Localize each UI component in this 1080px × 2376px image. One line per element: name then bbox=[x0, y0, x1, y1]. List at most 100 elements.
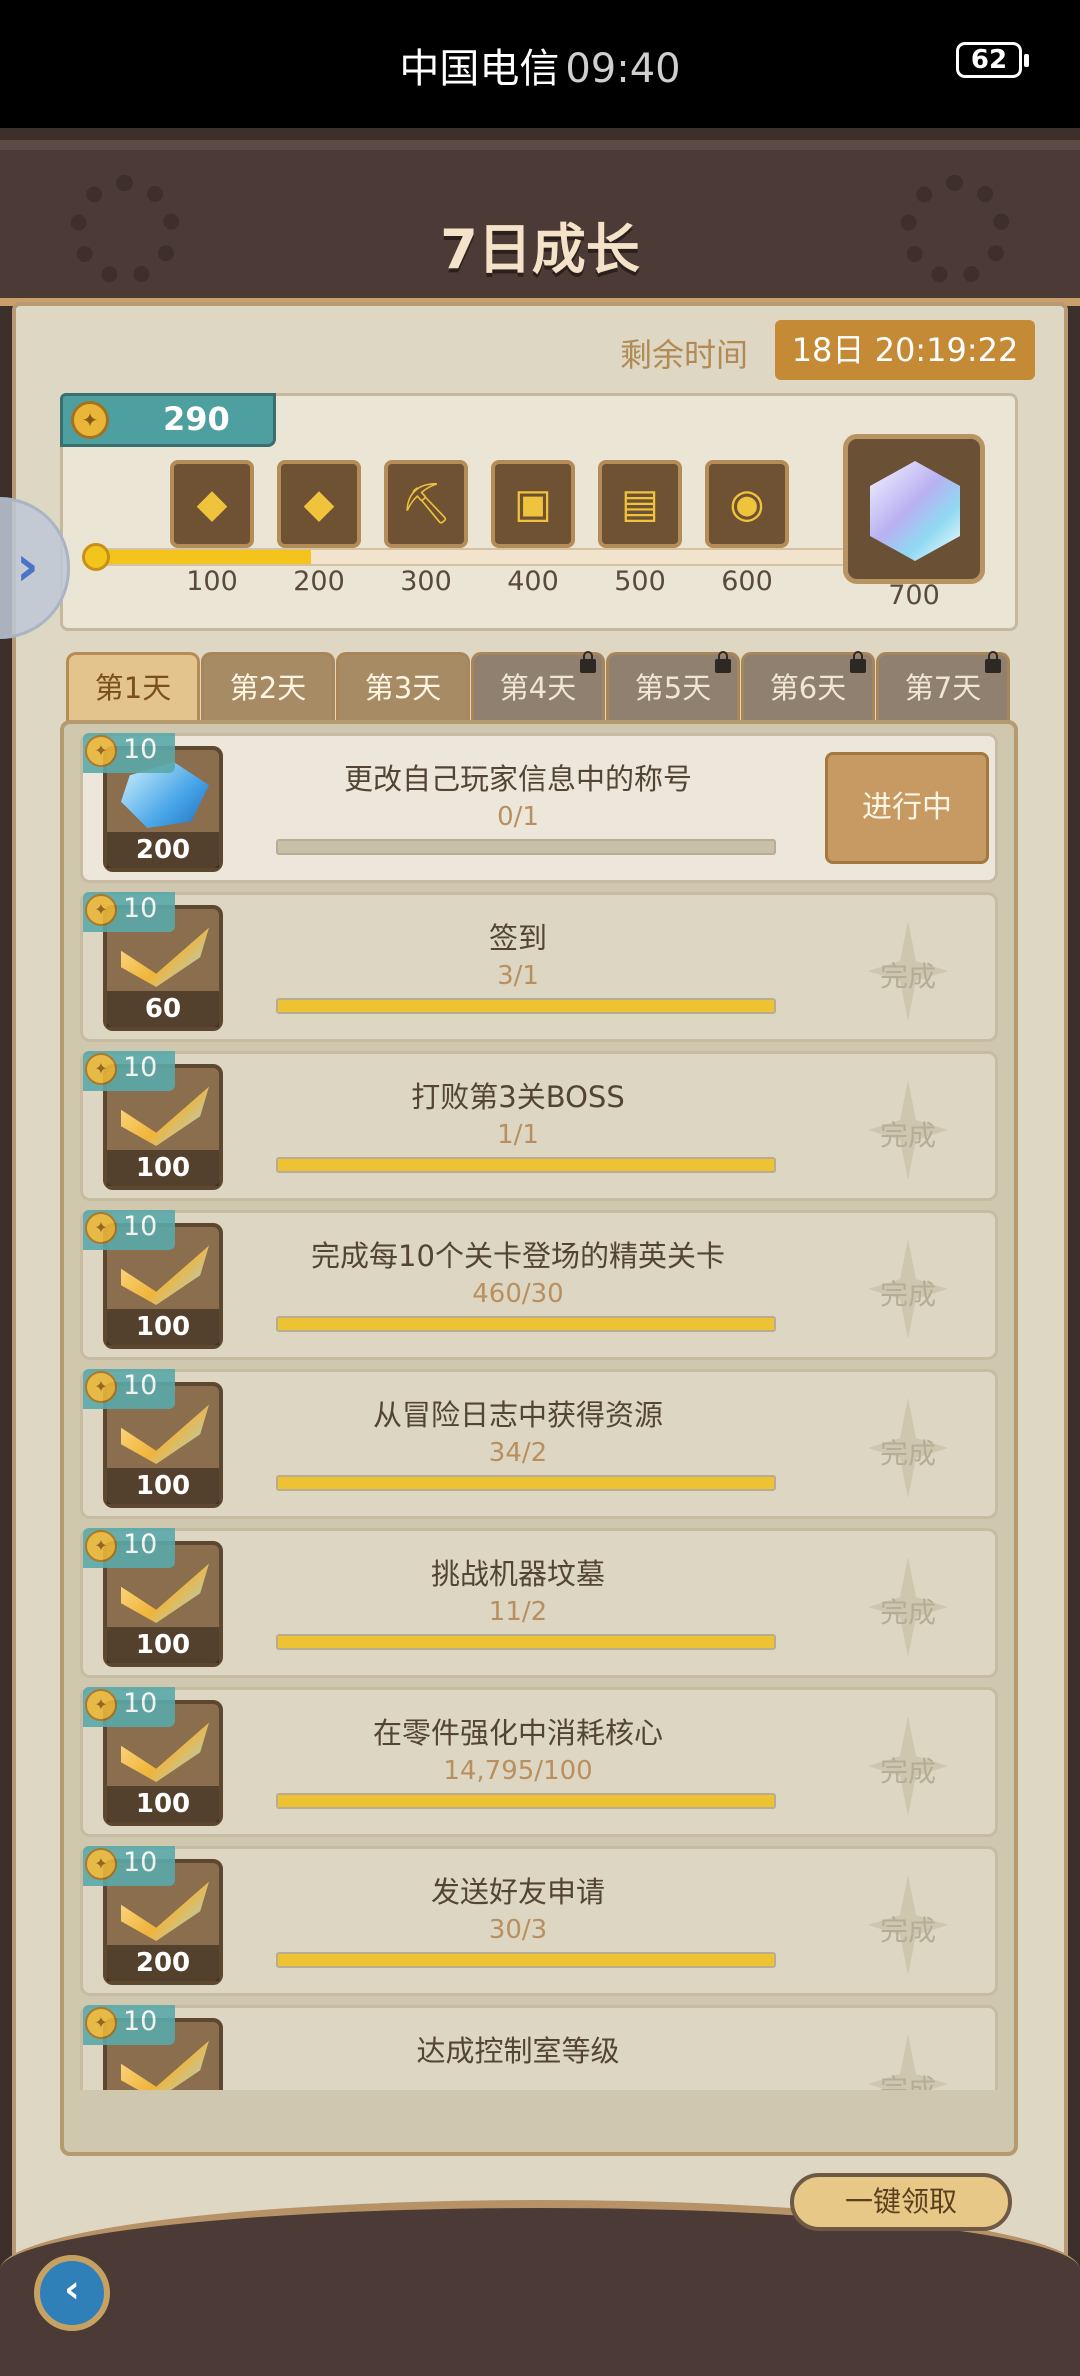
in-progress-button[interactable]: 进行中 bbox=[825, 752, 989, 864]
completed-label: 完成 bbox=[879, 1755, 936, 1788]
task-name: 打败第3关BOSS bbox=[411, 1080, 625, 1114]
card-pack-icon: ▤ bbox=[621, 481, 659, 527]
task-progress-bar bbox=[276, 1634, 776, 1650]
task-name: 在零件强化中消耗核心 bbox=[372, 1716, 663, 1750]
completed-label: 完成 bbox=[879, 1596, 936, 1629]
gem-ticket-icon: ◆ bbox=[303, 481, 335, 527]
task-name: 从冒险日志中获得资源 bbox=[372, 1398, 663, 1432]
reward-quantity: 100 bbox=[107, 1150, 219, 1186]
reward-quantity: 200 bbox=[107, 832, 219, 868]
tab-day-5[interactable]: 第5天 bbox=[606, 651, 740, 722]
status-text: 中国电信 09:40 bbox=[0, 36, 1080, 94]
progress-start-coin-icon bbox=[82, 543, 110, 571]
coin-icon bbox=[85, 1530, 117, 1562]
task-progress-fill bbox=[278, 1954, 774, 1966]
task-progress-fill bbox=[278, 1318, 774, 1330]
task-progress-count: 0/1 bbox=[497, 802, 539, 832]
task-progress-bar bbox=[276, 1475, 776, 1491]
completed-label: 完成 bbox=[879, 1278, 936, 1311]
task-points-value: 10 bbox=[123, 2006, 158, 2037]
coin-icon bbox=[71, 401, 109, 439]
pickaxe-icon: ⛏ bbox=[400, 481, 452, 527]
task-progress-bar bbox=[276, 1793, 776, 1809]
task-progress-count: 34/2 bbox=[488, 1438, 548, 1468]
final-reward-label: 700 bbox=[888, 580, 940, 611]
completed-stamp: 完成 bbox=[843, 921, 973, 1021]
task-points-badge: 10 bbox=[83, 2005, 175, 2045]
coin-icon bbox=[85, 1371, 117, 1403]
task-points-value: 10 bbox=[123, 893, 158, 924]
task-points-badge: 10 bbox=[83, 1369, 175, 1409]
tab-day-4[interactable]: 第4天 bbox=[471, 651, 605, 722]
tab-label: 第3天 bbox=[364, 671, 442, 705]
claim-all-button[interactable]: 一键领取 bbox=[790, 2173, 1012, 2231]
tab-day-3[interactable]: 第3天 bbox=[336, 652, 470, 722]
task-points-badge: 10 bbox=[83, 1528, 175, 1568]
completed-stamp: 完成 bbox=[843, 1875, 973, 1975]
task-points-value: 10 bbox=[123, 1688, 158, 1719]
task-progress-bar bbox=[276, 839, 776, 855]
egg-card-icon: ◉ bbox=[729, 481, 765, 527]
task-list[interactable]: 200 10 更改自己玩家信息中的称号 0/1 进行中 60 10 签到 3/1 完成 100 10 打… bbox=[80, 733, 998, 2090]
milestone-reward-2[interactable]: ◆ bbox=[277, 460, 361, 548]
milestone-label: 300 bbox=[400, 566, 452, 597]
status-bar: 中国电信 09:40 62 bbox=[0, 0, 1080, 128]
tab-label: 第2天 bbox=[229, 671, 307, 705]
tab-day-2[interactable]: 第2天 bbox=[201, 652, 335, 722]
completed-label: 完成 bbox=[879, 960, 936, 993]
completed-label: 完成 bbox=[879, 1119, 936, 1152]
reward-quantity: 100 bbox=[107, 1627, 219, 1663]
battery-icon: 62 bbox=[956, 42, 1029, 78]
header-bar: 7日成长 bbox=[0, 140, 1080, 306]
milestone-reward-1[interactable]: ◆ bbox=[170, 460, 254, 548]
task-name: 签到 bbox=[488, 921, 547, 955]
tab-day-6[interactable]: 第6天 bbox=[741, 651, 875, 722]
task-row: 100 10 打败第3关BOSS 1/1 完成 bbox=[80, 1051, 998, 1201]
coin-icon bbox=[85, 2007, 117, 2039]
task-points-value: 10 bbox=[123, 1052, 158, 1083]
tab-day-7[interactable]: 第7天 bbox=[876, 651, 1010, 722]
tab-day-1[interactable]: 第1天 bbox=[66, 652, 200, 722]
coin-icon bbox=[85, 1053, 117, 1085]
chevron-right-icon: › bbox=[15, 534, 39, 599]
completed-stamp: 完成 bbox=[843, 1080, 973, 1180]
task-row: 100 10 在零件强化中消耗核心 14,795/100 完成 bbox=[80, 1687, 998, 1837]
task-row: 200 10 发送好友申请 30/3 完成 bbox=[80, 1846, 998, 1996]
tab-label: 第1天 bbox=[94, 671, 172, 705]
milestone-label: 500 bbox=[614, 566, 666, 597]
completed-label: 完成 bbox=[879, 1914, 936, 1947]
milestone-reward-5[interactable]: ▤ bbox=[598, 460, 682, 548]
milestone-reward-4[interactable]: ▣ bbox=[491, 460, 575, 548]
final-reward-button[interactable] bbox=[843, 434, 985, 584]
milestone-reward-6[interactable]: ◉ bbox=[705, 460, 789, 548]
task-points-value: 10 bbox=[123, 734, 158, 765]
milestone-label: 400 bbox=[507, 566, 559, 597]
points-progress-fill bbox=[102, 550, 311, 564]
milestone-label: 200 bbox=[293, 566, 345, 597]
task-row: 10 达成控制室等级完成 bbox=[80, 2005, 998, 2090]
lock-icon bbox=[985, 651, 1001, 673]
coin-icon bbox=[85, 735, 117, 767]
task-points-value: 10 bbox=[123, 1211, 158, 1242]
gold-box-icon: ▣ bbox=[514, 481, 552, 527]
task-progress-count: 1/1 bbox=[497, 1120, 539, 1150]
task-row: 100 10 从冒险日志中获得资源 34/2 完成 bbox=[80, 1369, 998, 1519]
task-name: 完成每10个关卡登场的精英关卡 bbox=[311, 1239, 725, 1273]
tab-label: 第4天 bbox=[499, 671, 577, 705]
milestone-reward-3[interactable]: ⛏ bbox=[384, 460, 468, 548]
task-points-badge: 10 bbox=[83, 1687, 175, 1727]
task-name: 发送好友申请 bbox=[430, 1875, 605, 1909]
task-points-badge: 10 bbox=[83, 1051, 175, 1091]
reward-quantity: 100 bbox=[107, 1468, 219, 1504]
task-points-badge: 10 bbox=[83, 892, 175, 932]
points-progress-bar bbox=[100, 548, 850, 566]
task-points-badge: 10 bbox=[83, 733, 175, 773]
task-points-badge: 10 bbox=[83, 1210, 175, 1250]
back-button[interactable]: ‹ bbox=[34, 2255, 110, 2331]
crystal-icon bbox=[870, 461, 960, 561]
task-row: 60 10 签到 3/1 完成 bbox=[80, 892, 998, 1042]
lock-icon bbox=[580, 651, 596, 673]
task-points-badge: 10 bbox=[83, 1846, 175, 1886]
points-value: 290 bbox=[163, 400, 230, 438]
points-badge: 290 bbox=[60, 393, 276, 447]
